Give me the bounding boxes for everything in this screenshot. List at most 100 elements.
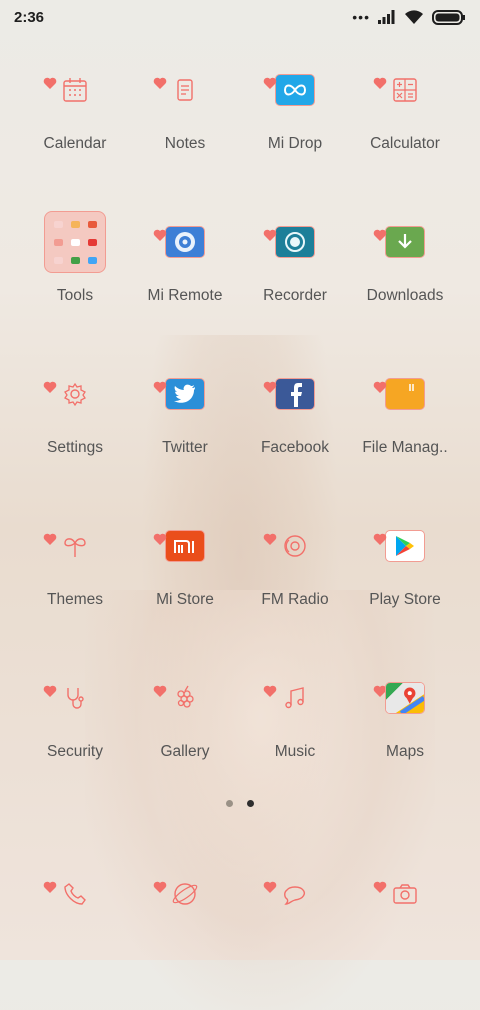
app-label: Music: [274, 743, 316, 760]
heart-icon: [263, 533, 277, 545]
app-file-manager[interactable]: File Manag..: [350, 362, 460, 514]
heart-icon: [373, 881, 387, 893]
app-recorder[interactable]: Recorder: [240, 210, 350, 362]
page-dot-1[interactable]: [226, 800, 233, 807]
heart-icon: [153, 685, 167, 697]
grapes-icon: [177, 685, 194, 708]
app-settings[interactable]: Settings: [20, 362, 130, 514]
dock-camera[interactable]: [350, 862, 460, 926]
app-play-store[interactable]: Play Store: [350, 514, 460, 666]
more-dots-icon: •••: [352, 9, 370, 25]
app-mi-remote[interactable]: Mi Remote: [130, 210, 240, 362]
downloads-icon: [385, 226, 425, 258]
app-downloads[interactable]: Downloads: [350, 210, 460, 362]
twitter-icon: [165, 378, 205, 410]
maps-icon: [385, 682, 425, 714]
calculator-icon: [393, 78, 417, 102]
dock-phone[interactable]: [20, 862, 130, 926]
app-label: Settings: [46, 439, 103, 456]
app-calendar[interactable]: Calendar: [20, 58, 130, 210]
app-label: Maps: [386, 743, 424, 760]
app-label: Calendar: [43, 135, 107, 152]
dock-browser[interactable]: [130, 862, 240, 926]
recorder-icon: [275, 226, 315, 258]
app-label: Mi Remote: [147, 287, 223, 304]
status-time: 2:36: [14, 8, 45, 26]
dock-messaging[interactable]: [240, 862, 350, 926]
facebook-icon: [275, 378, 315, 410]
fm-radio-icon: [284, 535, 306, 557]
wifi-icon: [405, 9, 423, 24]
heart-icon: [153, 229, 167, 241]
page-indicator[interactable]: [0, 800, 480, 807]
app-label: Security: [47, 743, 103, 760]
status-bar: 2:36 •••: [0, 0, 480, 34]
app-tools-folder[interactable]: Tools: [20, 210, 130, 362]
heart-icon: [373, 381, 387, 393]
app-grid: Calendar Notes Mi Drop Calculator Tools …: [20, 58, 460, 818]
heart-icon: [153, 881, 167, 893]
heart-icon: [263, 381, 277, 393]
app-label: Themes: [47, 591, 103, 608]
heart-icon: [373, 77, 387, 89]
app-label: Twitter: [162, 439, 208, 456]
browser-icon: [172, 883, 198, 905]
message-bubble-icon: [284, 886, 305, 905]
heart-icon: [263, 229, 277, 241]
play-store-icon: [385, 530, 425, 562]
app-themes[interactable]: Themes: [20, 514, 130, 666]
heart-icon: [263, 881, 277, 893]
heart-icon: [263, 685, 277, 697]
signal-icon: [378, 10, 395, 24]
app-label: Gallery: [160, 743, 210, 760]
mi-drop-icon: [275, 74, 315, 106]
app-calculator[interactable]: Calculator: [350, 58, 460, 210]
notes-icon: [177, 79, 193, 101]
app-label: Downloads: [366, 287, 444, 304]
app-security[interactable]: Security: [20, 666, 130, 818]
heart-icon: [43, 77, 57, 89]
heart-icon: [43, 881, 57, 893]
heart-icon: [153, 381, 167, 393]
camera-icon: [393, 884, 417, 904]
mi-remote-icon: [165, 226, 205, 258]
app-label: Play Store: [369, 591, 441, 608]
heart-icon: [43, 381, 57, 393]
heart-icon: [153, 533, 167, 545]
app-maps[interactable]: Maps: [350, 666, 460, 818]
app-label: File Manag..: [362, 439, 448, 456]
music-note-icon: [285, 687, 304, 709]
app-mi-drop[interactable]: Mi Drop: [240, 58, 350, 210]
heart-icon: [263, 77, 277, 89]
themes-icon: [64, 538, 86, 557]
app-label: Calculator: [370, 135, 440, 152]
heart-icon: [43, 685, 57, 697]
battery-icon: [432, 9, 465, 25]
gear-icon: [64, 382, 86, 407]
app-notes[interactable]: Notes: [130, 58, 240, 210]
app-mi-store[interactable]: Mi Store: [130, 514, 240, 666]
app-label: FM Radio: [261, 591, 329, 608]
app-label: Recorder: [263, 287, 327, 304]
heart-icon: [43, 533, 57, 545]
app-twitter[interactable]: Twitter: [130, 362, 240, 514]
dock: [20, 862, 460, 926]
heart-icon: [153, 77, 167, 89]
calendar-icon: [63, 78, 87, 102]
heart-icon: [373, 229, 387, 241]
mi-store-icon: [165, 530, 205, 562]
app-gallery[interactable]: Gallery: [130, 666, 240, 818]
app-label: Mi Drop: [267, 135, 323, 152]
file-manager-icon: [385, 378, 425, 410]
heart-icon: [373, 533, 387, 545]
tools-folder-icon: [44, 211, 106, 273]
phone-icon: [64, 883, 86, 905]
app-music[interactable]: Music: [240, 666, 350, 818]
app-label: Notes: [164, 135, 206, 152]
app-facebook[interactable]: Facebook: [240, 362, 350, 514]
app-label: Facebook: [260, 439, 330, 456]
app-label: Tools: [56, 287, 94, 304]
page-dot-2[interactable]: [247, 800, 254, 807]
app-label: Mi Store: [156, 591, 214, 608]
app-fm-radio[interactable]: FM Radio: [240, 514, 350, 666]
